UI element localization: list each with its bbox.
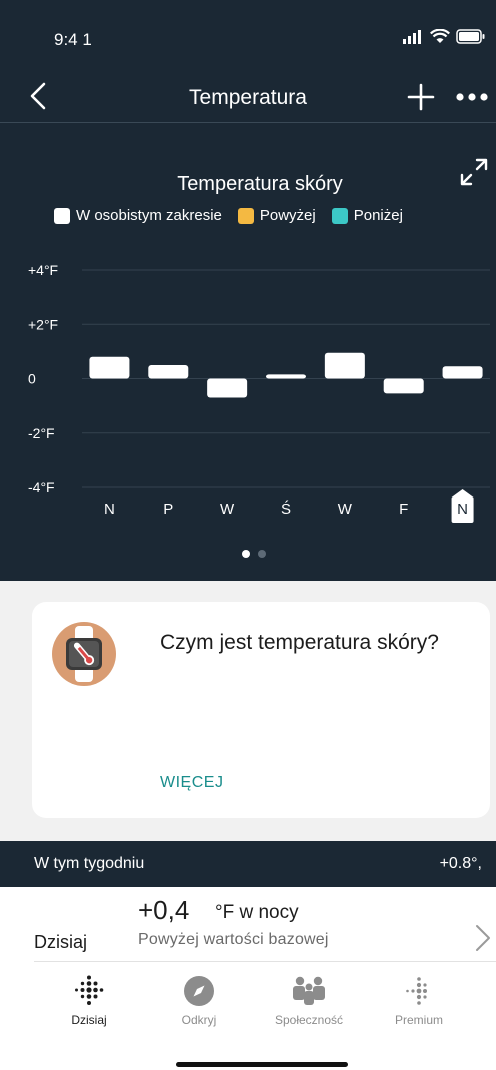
chart-bar[interactable] [383,378,424,394]
tab-community[interactable]: Społeczność [254,975,364,1027]
chart-bar[interactable] [207,378,248,398]
pager-dot-2[interactable] [258,550,266,558]
tab-today[interactable]: Dzisiaj [34,975,144,1027]
nav-divider [0,122,496,123]
x-tick-label[interactable]: W [220,501,235,518]
wifi-icon [430,29,450,43]
week-summary-bar: W tym tygodniu +0.8°, [0,841,496,887]
today-value: +0,4 [138,895,190,925]
expand-icon [460,158,488,186]
legend-label-in-range: W osobistym zakresie [76,207,222,224]
tab-premium[interactable]: Premium [364,975,474,1027]
status-time: 9:4 1 [54,30,92,49]
legend-label-below: Poniżej [353,207,403,224]
x-tick-label[interactable]: W [338,501,353,518]
chart-bar[interactable] [89,356,130,379]
info-card[interactable]: Czym jest temperatura skóry? WIĘCEJ [32,602,490,818]
x-tick-label[interactable]: Ś [281,500,291,518]
battery-icon [456,29,485,44]
chart-bar[interactable] [266,374,306,379]
more-button[interactable] [454,80,490,114]
week-label: W tym tygodniu [34,855,145,872]
week-value: +0.8°, [439,855,482,872]
card-question: Czym jest temperatura skóry? [160,631,439,654]
legend-item-in-range: W osobistym zakresie [54,207,222,224]
tab-label-premium: Premium [394,1013,443,1027]
x-tick-label[interactable]: N [104,501,115,518]
temperature-chart: +4°F +2°F 0 -2°F -4°F N P W Ś W F N [28,262,490,523]
community-icon [293,976,325,1005]
y-tick-label: -2°F [28,425,55,441]
legend-swatch-below [331,207,348,224]
y-tick-label: +2°F [28,316,58,332]
tab-label-discover: Odkryj [181,1013,217,1027]
x-tick-label[interactable]: F [399,501,408,518]
tab-bar: Dzisiaj Odkryj Społeczność Premium [0,963,496,1043]
tab-discover[interactable]: Odkryj [144,975,254,1027]
tab-label-community: Społeczność [274,1013,344,1027]
legend-swatch-in-range [54,207,70,224]
more-link[interactable]: WIĘCEJ [160,774,223,792]
home-indicator [176,1062,348,1067]
fitbit-dots-icon [75,975,104,1005]
tab-label-today: Dzisiaj [71,1013,107,1027]
top-nav: Temperatura [0,70,496,122]
x-tick-label[interactable]: N [457,501,468,518]
status-icons [402,29,486,44]
legend-item-above: Powyżej [237,207,316,224]
expand-button[interactable] [458,156,490,188]
today-label: Dzisiaj [34,932,88,952]
more-dots-icon [456,93,488,101]
x-tick-highlight-notch [451,489,474,497]
pager-dot-1[interactable] [242,550,250,558]
legend-label-above: Powyżej [259,207,316,224]
premium-dots-icon [406,977,427,1005]
legend-swatch-above [237,207,254,224]
y-tick-label: -4°F [28,479,55,495]
add-button[interactable] [404,80,438,114]
pager-dots [242,550,266,558]
watch-thermometer-icon [52,622,116,686]
chart-title: Temperatura skóry [177,173,343,195]
legend-item-below: Poniżej [331,207,403,224]
chart-bar[interactable] [442,366,483,379]
signal-icon [403,29,421,44]
chevron-right-icon [476,925,490,951]
compass-icon [184,976,214,1006]
chart-bar[interactable] [148,364,189,379]
y-tick-label: +4°F [28,262,58,278]
chart-bar[interactable] [324,352,365,379]
chart-legend: W osobistym zakresie Powyżej Poniżej [54,207,419,224]
today-row[interactable]: Dzisiaj +0,4 °F w nocy Powyżej wartości … [0,887,496,963]
today-unit: °F w nocy [215,902,299,923]
today-subtitle: Powyżej wartości bazowej [138,931,329,948]
y-tick-label: 0 [28,371,36,387]
x-tick-label[interactable]: P [163,501,173,518]
row-divider [34,961,496,962]
plus-icon [407,83,435,111]
